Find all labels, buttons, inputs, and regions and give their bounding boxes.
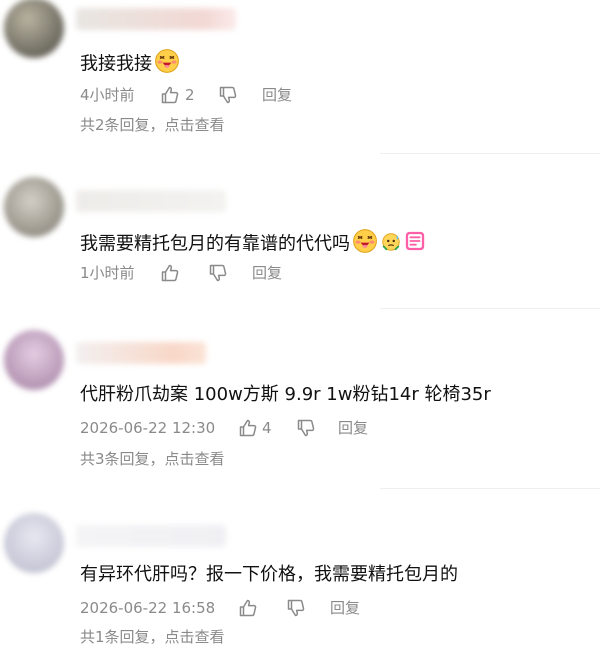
avatar[interactable] bbox=[4, 177, 64, 237]
username[interactable] bbox=[76, 190, 226, 212]
username[interactable] bbox=[76, 8, 236, 30]
reply-button[interactable]: 回复 bbox=[330, 597, 360, 619]
comment-time: 4小时前 bbox=[80, 86, 135, 104]
avatar[interactable] bbox=[4, 0, 64, 58]
sweat-emoji bbox=[380, 230, 402, 259]
dislike-icon[interactable] bbox=[218, 85, 238, 105]
comment-time: 1小时前 bbox=[80, 264, 135, 282]
sticker-emoji bbox=[404, 230, 426, 259]
comment-item: 有异环代肝吗？报一下价格，我需要精托包月的 2026-06-22 16:58 回… bbox=[0, 495, 600, 660]
like-icon[interactable] bbox=[238, 418, 258, 438]
like-count: 4 bbox=[262, 419, 272, 437]
username[interactable] bbox=[76, 525, 226, 547]
dislike-icon[interactable] bbox=[296, 418, 316, 438]
comment-meta: 2026-06-22 16:58 回复 bbox=[80, 597, 480, 619]
like-count: 2 bbox=[185, 86, 195, 104]
view-replies-link[interactable]: 共2条回复，点击查看 bbox=[80, 114, 225, 136]
comment-meta: 2026-06-22 12:30 4 回复 bbox=[80, 417, 480, 439]
comment-time: 2026-06-22 12:30 bbox=[80, 419, 216, 437]
dislike-icon[interactable] bbox=[286, 598, 306, 618]
divider bbox=[380, 488, 600, 489]
comment-text: 我接我接 bbox=[80, 48, 180, 81]
avatar[interactable] bbox=[4, 330, 64, 390]
comment-time: 2026-06-22 16:58 bbox=[80, 599, 216, 617]
comment-text-content: 我需要精托包月的有靠谱的代代吗 bbox=[80, 233, 350, 255]
comment-text: 有异环代肝吗？报一下价格，我需要精托包月的 bbox=[80, 563, 458, 587]
divider bbox=[380, 308, 600, 309]
comment-item: 我需要精托包月的有靠谱的代代吗 1小时前 回复 bbox=[0, 160, 600, 310]
laughing-blush-emoji bbox=[352, 228, 378, 261]
comment-meta: 4小时前 2 回复 bbox=[80, 84, 480, 106]
username[interactable] bbox=[76, 342, 206, 364]
comment-text-content: 我接我接 bbox=[80, 53, 152, 75]
like-icon[interactable] bbox=[160, 263, 180, 283]
comment-text: 我需要精托包月的有靠谱的代代吗 bbox=[80, 228, 426, 261]
comment-item: 我接我接 4小时前 2 回复 共2条回复，点击查看 bbox=[0, 0, 600, 150]
dislike-icon[interactable] bbox=[208, 263, 228, 283]
comment-text: 代肝粉爪劫案 100w方斯 9.9r 1w粉钻14r 轮椅35r bbox=[80, 383, 491, 407]
comment-meta: 1小时前 回复 bbox=[80, 262, 480, 284]
reply-button[interactable]: 回复 bbox=[338, 417, 368, 439]
like-icon[interactable] bbox=[160, 85, 180, 105]
like-icon[interactable] bbox=[238, 598, 258, 618]
avatar[interactable] bbox=[4, 513, 64, 573]
laughing-blush-emoji bbox=[154, 48, 180, 81]
divider bbox=[380, 153, 600, 154]
reply-button[interactable]: 回复 bbox=[262, 84, 292, 106]
reply-button[interactable]: 回复 bbox=[252, 262, 282, 284]
comment-text-content: 代肝粉爪劫案 100w方斯 9.9r 1w粉钻14r 轮椅35r bbox=[80, 384, 491, 405]
comment-item: 代肝粉爪劫案 100w方斯 9.9r 1w粉钻14r 轮椅35r 2026-06… bbox=[0, 315, 600, 485]
comment-text-content: 有异环代肝吗？报一下价格，我需要精托包月的 bbox=[80, 564, 458, 585]
view-replies-link[interactable]: 共3条回复，点击查看 bbox=[80, 448, 225, 470]
view-replies-link[interactable]: 共1条回复，点击查看 bbox=[80, 626, 225, 648]
